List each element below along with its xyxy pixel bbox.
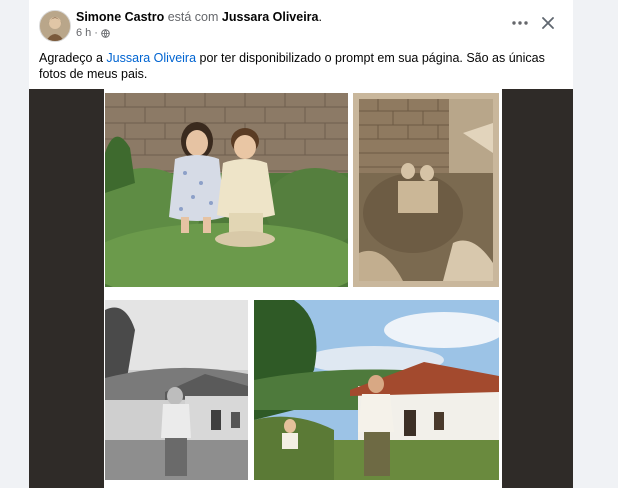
post-mention-link[interactable]: Jussara Oliveira — [106, 51, 196, 65]
photo-man-original[interactable] — [105, 300, 248, 480]
more-horizontal-icon — [512, 21, 528, 25]
post-text: Agradeço a Jussara Oliveira por ter disp… — [39, 50, 561, 82]
author-avatar[interactable] — [39, 10, 71, 42]
photo-children-original[interactable] — [353, 93, 499, 287]
post-time[interactable]: 6 h — [76, 27, 91, 39]
post-header: Simone Castro está com Jussara Oliveira.… — [29, 0, 573, 44]
tagged-user[interactable]: Jussara Oliveira — [222, 10, 319, 24]
photo-children-colorized[interactable] — [105, 93, 348, 287]
close-icon — [542, 17, 554, 29]
photo-collage — [104, 89, 502, 488]
avatar-image — [40, 11, 70, 41]
author-line: Simone Castro está com Jussara Oliveira. — [76, 10, 322, 24]
photo-man-colorized[interactable] — [254, 300, 499, 480]
post-text-before: Agradeço a — [39, 51, 107, 65]
tagged-suffix: . — [318, 10, 322, 24]
meta-dot: · — [94, 27, 98, 39]
more-options-button[interactable] — [507, 10, 533, 36]
author-name[interactable]: Simone Castro — [76, 10, 164, 24]
close-button[interactable] — [535, 10, 561, 36]
feed-post: Simone Castro está com Jussara Oliveira.… — [29, 0, 573, 488]
with-text: está com — [167, 10, 219, 24]
post-media[interactable] — [29, 89, 573, 488]
post-meta: 6 h · — [76, 27, 110, 39]
globe-icon — [101, 28, 110, 38]
